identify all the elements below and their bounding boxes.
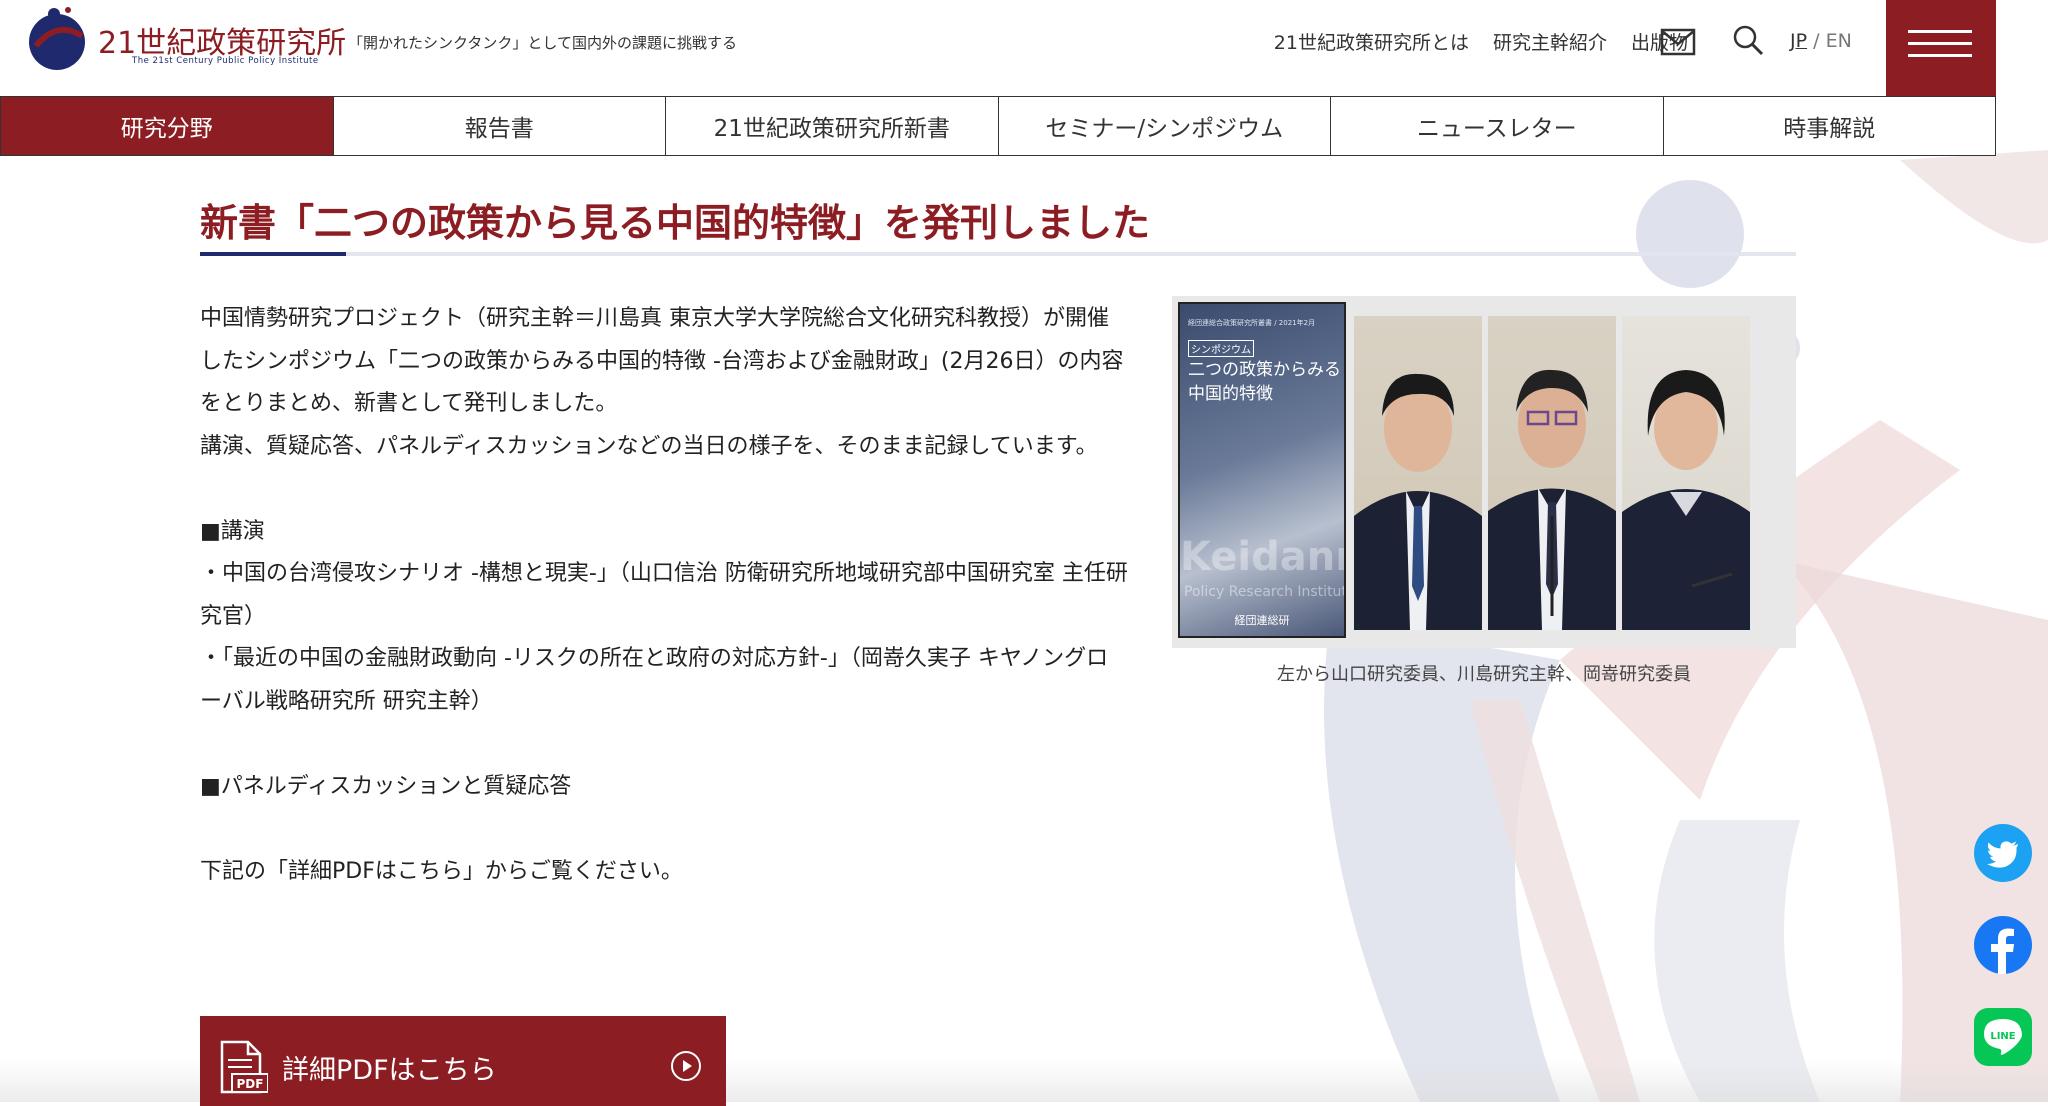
- site-tagline: 「開かれたシンクタンク」として国内外の課題に挑戦する: [348, 34, 737, 52]
- speaker-figure: [1488, 369, 1616, 630]
- speaker-photo-left: [1354, 316, 1482, 630]
- intro-paragraph: 中国情勢研究プロジェクト（研究主幹＝川島真 東京大学大学院総合文化研究科教授）が…: [200, 306, 1124, 416]
- speaker-photo-right: [1622, 316, 1750, 630]
- site-header: 21世紀政策研究所 The 21st Century Public Policy…: [0, 0, 2048, 96]
- lang-separator: /: [1813, 30, 1820, 52]
- article-figure: 経団連総合政策研究所叢書 / 2021年2月 シンポジウム 二つの政策からみる …: [1172, 296, 1796, 648]
- figure-caption: 左から山口研究委員、川島研究主幹、岡嵜研究委員: [1277, 664, 1691, 685]
- site-name-en: The 21st Century Public Policy Institute: [132, 56, 319, 66]
- title-divider: [200, 252, 1796, 256]
- site-logo[interactable]: [24, 6, 90, 72]
- language-switch: JP / EN: [1790, 30, 1852, 52]
- lecture-heading: ■講演: [200, 518, 265, 544]
- cover-watermark-sub: Policy Research Institute: [1184, 584, 1346, 600]
- tab-shinsho[interactable]: 21世紀政策研究所新書: [666, 97, 999, 155]
- page-title: 新書「二つの政策から見る中国的特徴」を発刊しました: [200, 201, 1151, 245]
- panel-heading: ■パネルディスカッションと質疑応答: [200, 773, 572, 799]
- article-body: 中国情勢研究プロジェクト（研究主幹＝川島真 東京大学大学院総合文化研究科教授）が…: [200, 298, 1130, 893]
- title-divider-accent: [200, 252, 346, 256]
- book-cover: 経団連総合政策研究所叢書 / 2021年2月 シンポジウム 二つの政策からみる …: [1178, 302, 1346, 638]
- tab-newsletter[interactable]: ニュースレター: [1331, 97, 1664, 155]
- top-nav: 21世紀政策研究所とは 研究主幹紹介 出版物: [1274, 28, 1688, 55]
- cover-title-line: 二つの政策からみる: [1188, 360, 1341, 380]
- category-nav: 研究分野 報告書 21世紀政策研究所新書 セミナー/シンポジウム ニュースレター…: [0, 96, 1996, 156]
- cover-tag: シンポジウム: [1188, 340, 1254, 357]
- lang-en[interactable]: EN: [1826, 30, 1852, 52]
- mail-icon[interactable]: [1660, 28, 1696, 56]
- cover-watermark: Keidanren: [1180, 534, 1344, 580]
- speaker-figure: [1622, 370, 1750, 630]
- search-icon[interactable]: [1732, 24, 1764, 56]
- twitter-icon[interactable]: [1974, 824, 2032, 882]
- line-icon[interactable]: LINE: [1974, 1008, 2032, 1066]
- nav-directors[interactable]: 研究主幹紹介: [1493, 28, 1607, 55]
- menu-icon: [1908, 30, 1972, 33]
- menu-icon-bar: [1908, 42, 1972, 45]
- pdf-icon: PDF: [220, 1040, 268, 1094]
- facebook-icon[interactable]: [1974, 916, 2032, 974]
- lang-jp[interactable]: JP: [1790, 30, 1807, 52]
- menu-icon-bar: [1908, 54, 1972, 57]
- pdf-icon-label: PDF: [237, 1077, 264, 1091]
- nav-about[interactable]: 21世紀政策研究所とは: [1274, 28, 1469, 55]
- tab-seminars[interactable]: セミナー/シンポジウム: [999, 97, 1331, 155]
- tab-reports[interactable]: 報告書: [334, 97, 666, 155]
- speaker-photo-center: [1488, 316, 1616, 630]
- cover-title: 二つの政策からみる 中国的特徴: [1188, 358, 1344, 406]
- pdf-button-label: 詳細PDFはこちら: [282, 1055, 497, 1086]
- cover-publisher: 経団連総研: [1234, 614, 1290, 627]
- tab-commentary[interactable]: 時事解説: [1664, 97, 1996, 155]
- lecture-item: ・「最近の中国の金融財政動向 -リスクの所在と政府の対応方針-」（岡嵜久実子 キ…: [200, 646, 1109, 714]
- lecture-item: ・中国の台湾侵攻シナリオ -構想と現実-」（山口信治 防衛研究所地域研究部中国研…: [200, 561, 1128, 629]
- pdf-download-button[interactable]: PDF 詳細PDFはこちら: [200, 1016, 726, 1106]
- tab-research-fields[interactable]: 研究分野: [0, 97, 334, 155]
- speaker-figure: [1354, 373, 1482, 630]
- menu-button[interactable]: [1886, 0, 1996, 96]
- cover-title-line: 中国的特徴: [1188, 384, 1273, 404]
- line-label: LINE: [1990, 1031, 2015, 1042]
- cover-series: 経団連総合政策研究所叢書 / 2021年2月: [1188, 319, 1316, 327]
- intro-paragraph: 講演、質疑応答、パネルディスカッションなどの当日の様子を、そのまま記録しています…: [200, 433, 1098, 459]
- pdf-note: 下記の「詳細PDFはこちら」からご覧ください。: [200, 858, 683, 884]
- play-circle-icon: [671, 1051, 701, 1081]
